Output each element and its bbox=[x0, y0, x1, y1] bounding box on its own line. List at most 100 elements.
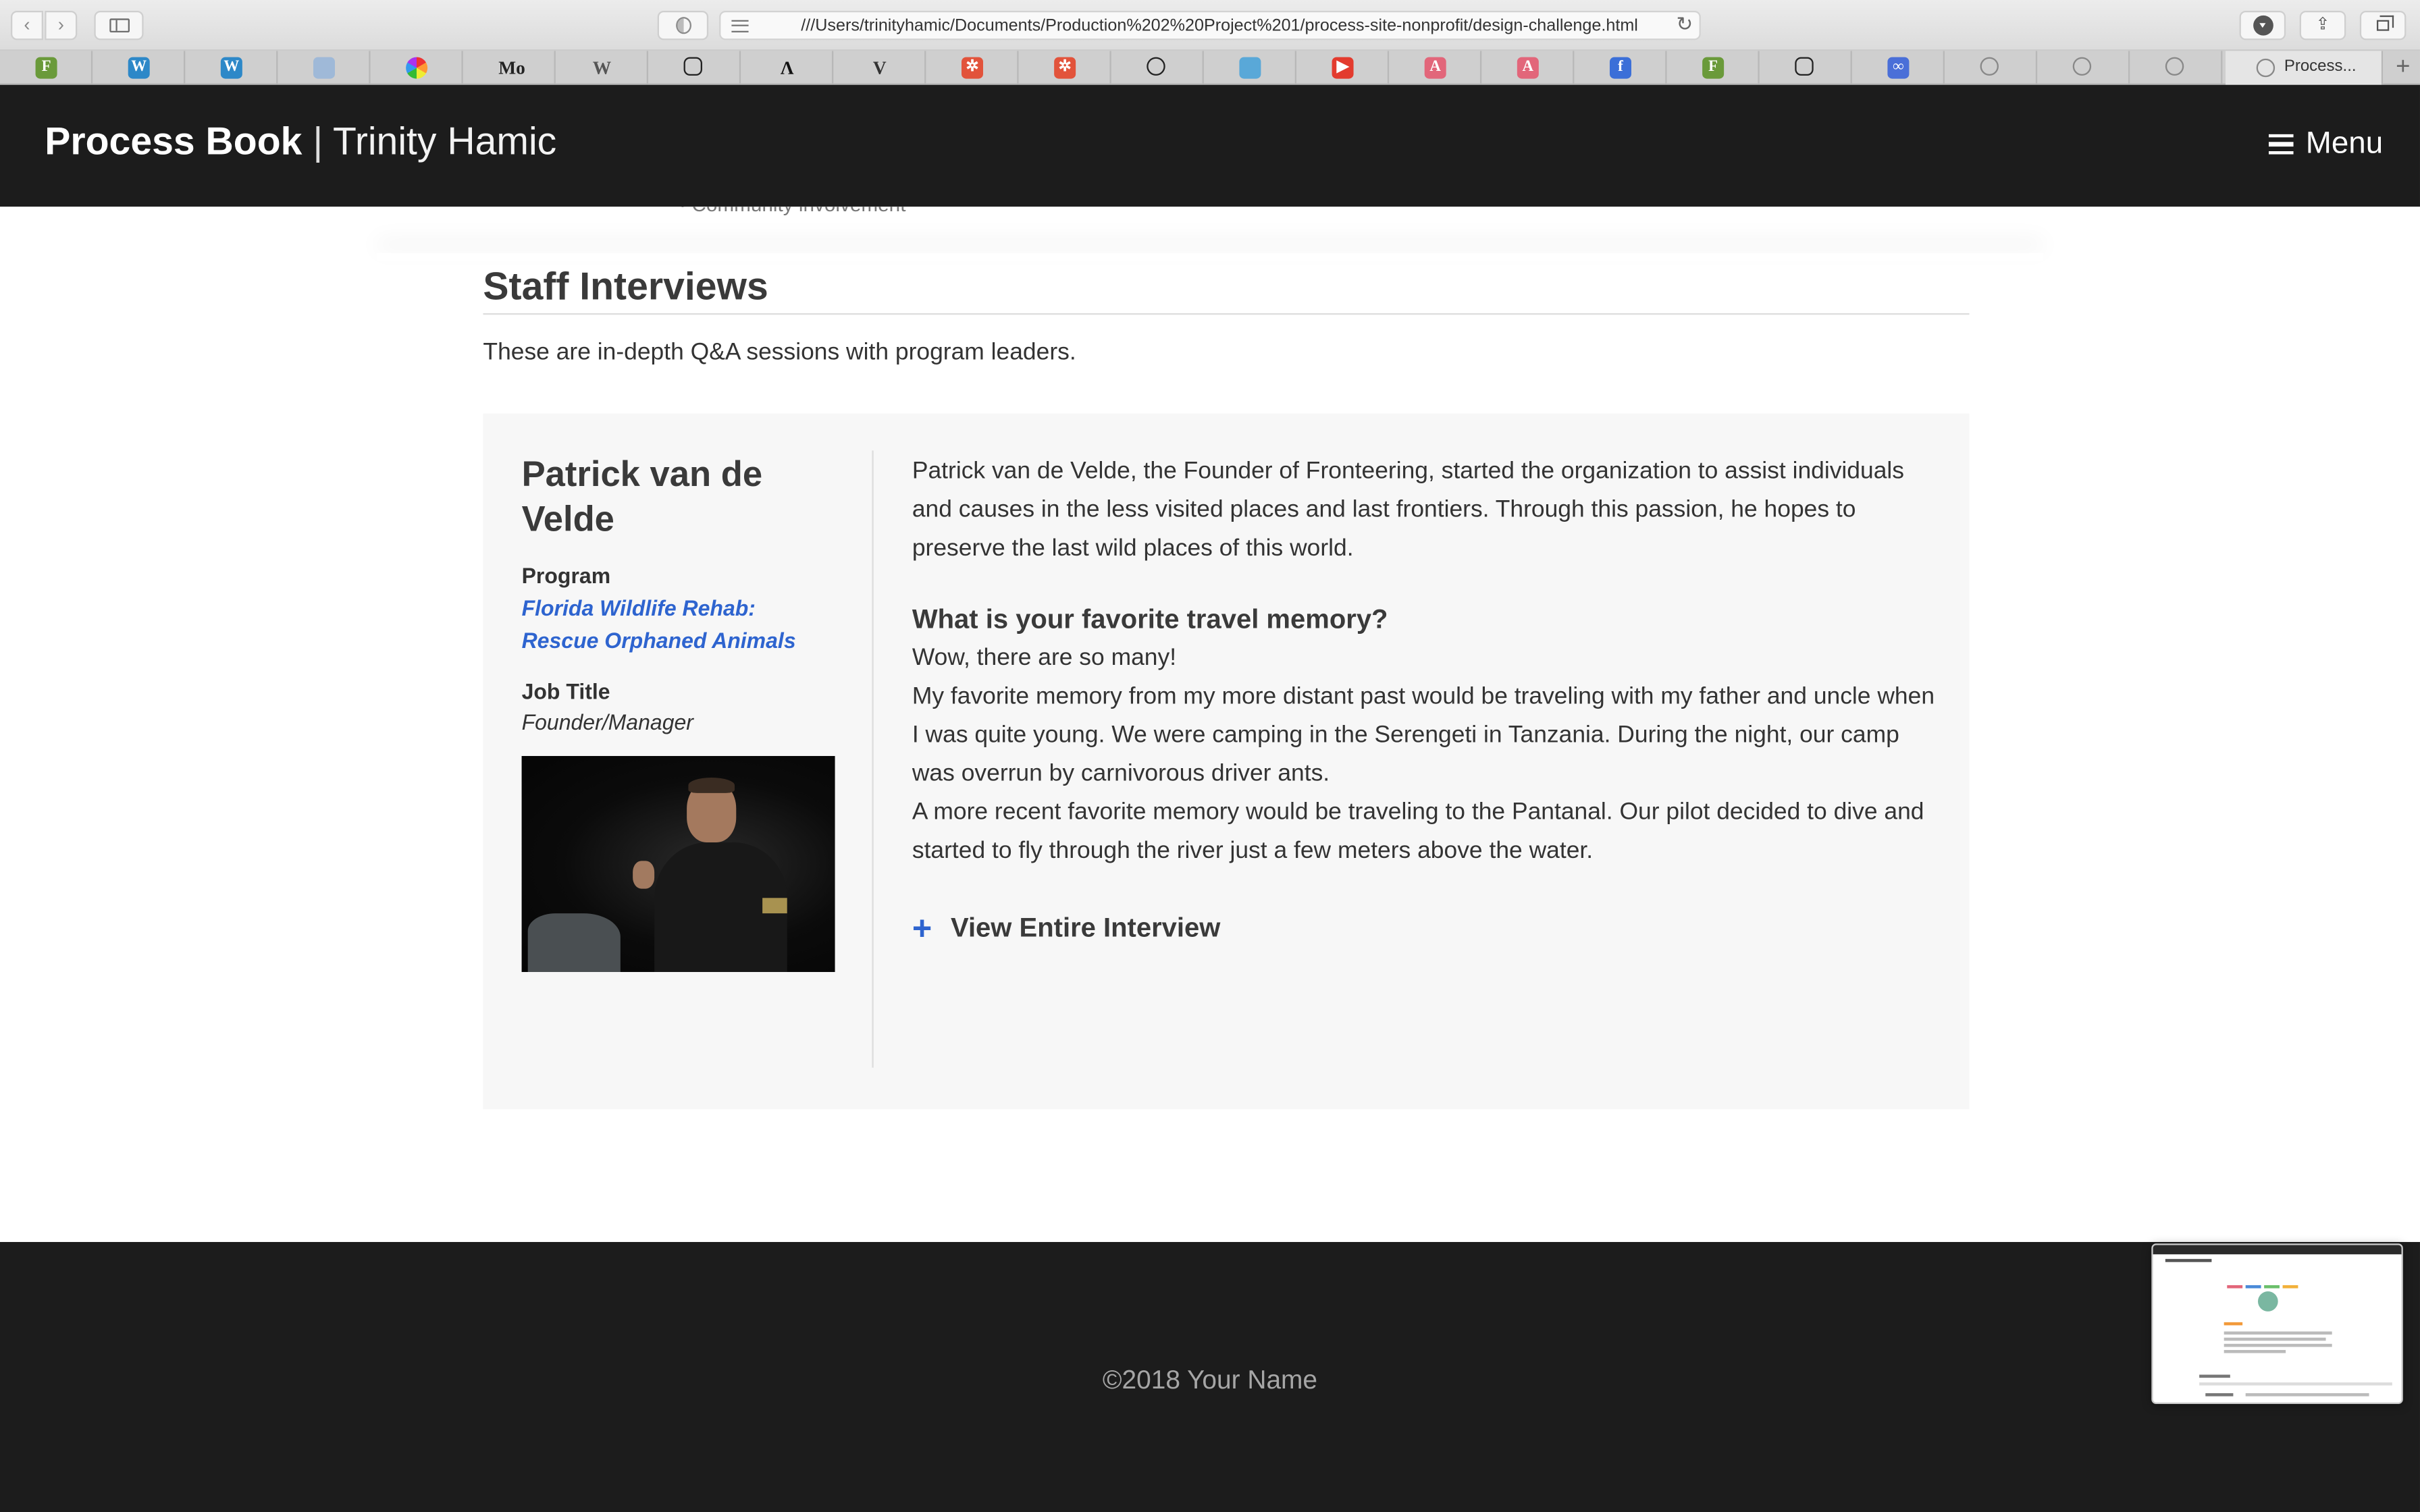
site-title[interactable]: Process Book bbox=[45, 120, 302, 163]
shield-icon bbox=[676, 17, 691, 34]
browser-tab[interactable]: ▶ bbox=[1296, 51, 1390, 85]
section-title: Staff Interviews bbox=[483, 265, 1970, 315]
forward-button[interactable]: › bbox=[45, 10, 78, 40]
interview-card: Patrick van de Velde Program Florida Wil… bbox=[483, 413, 1970, 1110]
site-author: Trinity Hamic bbox=[333, 120, 557, 164]
tabs-icon bbox=[2376, 15, 2394, 31]
sidebar-toggle-button[interactable] bbox=[94, 10, 144, 40]
vertical-divider bbox=[872, 450, 874, 1068]
staff-interviews-section: Staff Interviews These are in-depth Q&A … bbox=[483, 265, 1970, 367]
instagram-icon bbox=[683, 57, 702, 76]
interview-question: What is your favorite travel memory? bbox=[912, 603, 1388, 634]
browser-window: ‹ › ///Users/trinityhamic/Documents/Prod… bbox=[0, 0, 2420, 1512]
privacy-report-button[interactable] bbox=[657, 10, 709, 40]
youtube-icon: ▶ bbox=[1332, 57, 1354, 79]
browser-tab[interactable]: ✲ bbox=[926, 51, 1019, 85]
v-icon: V bbox=[872, 57, 887, 79]
wordpress-icon: W bbox=[220, 57, 242, 79]
browser-toolbar: ‹ › ///Users/trinityhamic/Documents/Prod… bbox=[0, 0, 2420, 51]
browser-tab[interactable] bbox=[648, 51, 741, 85]
wordpress-icon: W bbox=[128, 57, 150, 79]
sidebar-icon bbox=[109, 18, 130, 32]
fronteering-icon: F bbox=[1702, 57, 1725, 79]
color-wheel-icon bbox=[406, 57, 428, 79]
reload-icon[interactable]: ↻ bbox=[1676, 12, 1693, 37]
browser-tab[interactable]: F bbox=[0, 51, 93, 85]
browser-tab[interactable] bbox=[1111, 51, 1204, 85]
url-text[interactable]: ///Users/trinityhamic/Documents/Producti… bbox=[801, 17, 1638, 35]
page-content: • Community involvement Staff Interviews… bbox=[0, 207, 2420, 1242]
program-link[interactable]: Florida Wildlife Rehab: Rescue Orphaned … bbox=[522, 593, 835, 657]
browser-tab[interactable] bbox=[1204, 51, 1296, 85]
browser-tab[interactable] bbox=[2037, 51, 2130, 85]
interviewee-name: Patrick van de Velde bbox=[521, 453, 763, 539]
hamburger-icon bbox=[2268, 133, 2294, 155]
shield-icon bbox=[313, 57, 335, 79]
reader-view-icon[interactable] bbox=[731, 20, 749, 32]
asterisk-icon: ✲ bbox=[961, 57, 983, 79]
browser-tab[interactable]: Λ bbox=[741, 51, 834, 85]
brand-separator: | bbox=[313, 120, 323, 164]
facebook-icon: f bbox=[1609, 57, 1631, 79]
downloads-button[interactable] bbox=[2239, 10, 2286, 40]
browser-tab[interactable]: W bbox=[556, 51, 648, 85]
view-entire-interview-button[interactable]: + View Entire Interview bbox=[912, 909, 1940, 947]
asterisk-icon: ✲ bbox=[1054, 57, 1076, 79]
menu-label: Menu bbox=[2305, 126, 2384, 161]
chevron-left-icon: ‹ bbox=[24, 14, 30, 36]
lambda-icon: Λ bbox=[780, 57, 794, 79]
tab-title: Process... bbox=[2284, 57, 2357, 76]
job-title-label: Job Title bbox=[521, 678, 610, 704]
interviewee-photo bbox=[521, 755, 835, 972]
interview-answer: My favorite memory from my more distant … bbox=[912, 683, 1935, 787]
site-header: Process Book | Trinity Hamic Menu bbox=[0, 84, 2420, 207]
github-icon bbox=[1147, 57, 1165, 76]
browser-tab[interactable]: f bbox=[1574, 51, 1667, 85]
blue-square-icon bbox=[1239, 57, 1261, 79]
interview-body: Patrick van de Velde, the Founder of Fro… bbox=[912, 452, 1940, 948]
pink-a-icon: A bbox=[1517, 57, 1539, 79]
browser-tab[interactable]: ∞ bbox=[1852, 51, 1945, 85]
browser-tab[interactable] bbox=[2130, 51, 2223, 85]
browser-tab[interactable]: F bbox=[1667, 51, 1760, 85]
section-description: These are in-depth Q&A sessions with pro… bbox=[483, 339, 1076, 366]
screenshot-thumbnail[interactable] bbox=[2151, 1243, 2403, 1404]
browser-tab[interactable] bbox=[371, 51, 463, 85]
menu-button[interactable]: Menu bbox=[2268, 126, 2384, 162]
compass-icon bbox=[2165, 57, 2184, 76]
share-button[interactable]: ⇪ bbox=[2299, 10, 2346, 40]
browser-tab[interactable]: ✲ bbox=[1019, 51, 1111, 85]
tab-overview-button[interactable] bbox=[2359, 10, 2406, 40]
browser-tab[interactable]: V bbox=[833, 51, 926, 85]
browser-tab[interactable] bbox=[1760, 51, 1852, 85]
share-icon: ⇪ bbox=[2315, 15, 2330, 34]
active-tab[interactable]: Process... bbox=[2225, 51, 2384, 85]
browser-tab[interactable]: A bbox=[1389, 51, 1482, 85]
list-item: • Community involvement bbox=[679, 207, 906, 216]
address-bar[interactable]: ///Users/trinityhamic/Documents/Producti… bbox=[719, 10, 1701, 40]
chevron-right-icon: › bbox=[57, 14, 64, 36]
interview-answer: Wow, there are so many! bbox=[912, 645, 1177, 672]
browser-tab[interactable]: W bbox=[185, 51, 278, 85]
footer-copyright: ©2018 Your Name bbox=[1102, 1365, 1318, 1395]
compass-icon bbox=[2256, 58, 2276, 78]
back-button[interactable]: ‹ bbox=[10, 10, 43, 40]
plus-icon: + bbox=[2396, 53, 2411, 80]
pink-a-icon: A bbox=[1424, 57, 1446, 79]
new-tab-button[interactable]: + bbox=[2389, 53, 2417, 84]
instagram-icon bbox=[1795, 57, 1814, 76]
browser-tab[interactable] bbox=[1945, 51, 2038, 85]
browser-tab[interactable]: A bbox=[1481, 51, 1575, 85]
link-icon: ∞ bbox=[1887, 57, 1910, 79]
interview-answer: A more recent favorite memory would be t… bbox=[912, 799, 1924, 864]
browser-tab[interactable] bbox=[278, 51, 371, 85]
browser-tab[interactable]: Mo bbox=[463, 51, 556, 85]
compass-icon bbox=[2072, 57, 2092, 76]
browser-tab[interactable]: W bbox=[93, 51, 186, 85]
plus-icon: + bbox=[912, 908, 932, 947]
fronteering-icon: F bbox=[35, 57, 57, 79]
interview-profile: Patrick van de Velde Program Florida Wil… bbox=[521, 452, 835, 972]
mo-icon: Mo bbox=[498, 57, 525, 79]
site-brand[interactable]: Process Book | Trinity Hamic bbox=[45, 120, 556, 165]
interview-intro: Patrick van de Velde, the Founder of Fro… bbox=[912, 458, 1905, 562]
